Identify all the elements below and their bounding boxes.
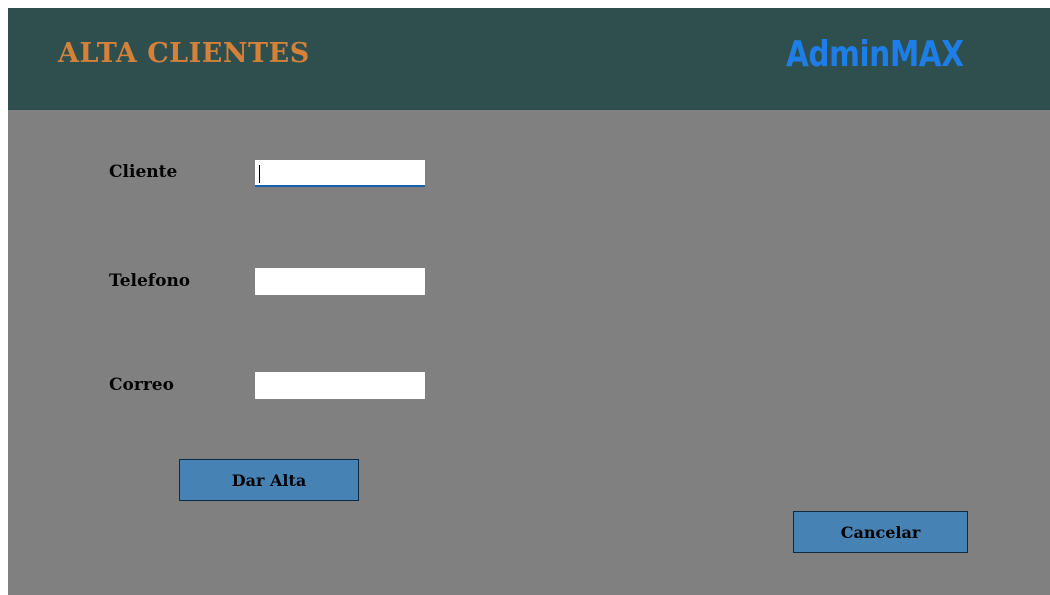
cancelar-button[interactable]: Cancelar xyxy=(793,511,968,553)
correo-label: Correo xyxy=(109,375,174,395)
text-cursor xyxy=(259,165,260,183)
cliente-input[interactable] xyxy=(255,160,425,187)
cliente-label: Cliente xyxy=(109,162,178,182)
correo-input[interactable] xyxy=(255,372,425,399)
dar-alta-button[interactable]: Dar Alta xyxy=(179,459,359,501)
telefono-label: Telefono xyxy=(109,271,191,291)
header-bar: ALTA CLIENTES AdminMAX xyxy=(8,8,1050,110)
telefono-input[interactable] xyxy=(255,268,425,295)
alta-clientes-window: ALTA CLIENTES AdminMAX Cliente Telefono … xyxy=(8,8,1050,595)
page-title: ALTA CLIENTES xyxy=(58,38,310,69)
brand-logo: AdminMAX xyxy=(786,34,964,75)
